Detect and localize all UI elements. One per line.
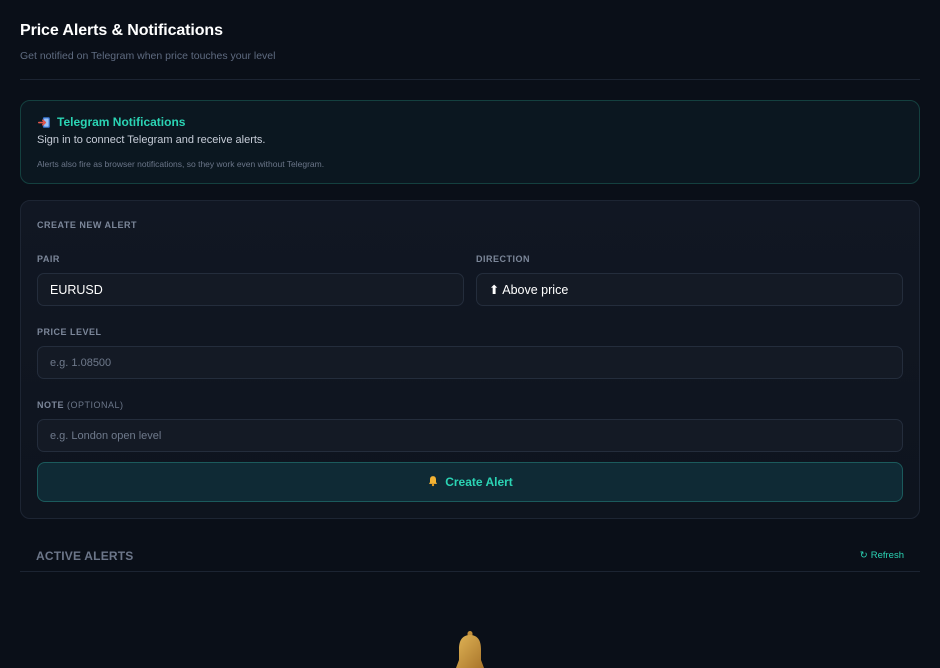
refresh-button[interactable]: ↻ Refresh: [860, 550, 904, 561]
direction-value: ⬆ Above price: [489, 283, 569, 297]
telegram-note: Alerts also fire as browser notification…: [37, 159, 325, 169]
price-level-label: PRICE LEVEL: [37, 327, 102, 337]
note-placeholder: e.g. London open level: [50, 429, 162, 442]
direction-label: DIRECTION: [476, 254, 530, 264]
header-divider: [20, 79, 920, 80]
create-alert-heading: CREATE NEW ALERT: [37, 220, 137, 230]
refresh-label: Refresh: [870, 550, 904, 561]
empty-state-bell-icon: [449, 630, 491, 668]
telegram-title-row: Telegram Notifications: [37, 115, 903, 129]
telegram-title: Telegram Notifications: [57, 115, 186, 129]
create-alert-button[interactable]: Create Alert: [37, 462, 903, 502]
pair-value: EURUSD: [50, 282, 103, 297]
direction-select[interactable]: ⬆ Above price: [476, 273, 903, 306]
pair-select[interactable]: EURUSD: [37, 273, 464, 306]
pair-label: PAIR: [37, 254, 60, 264]
refresh-icon: ↻: [859, 550, 868, 561]
price-level-input[interactable]: e.g. 1.08500: [37, 346, 903, 379]
create-alert-card: CREATE NEW ALERT PAIR EURUSD DIRECTION ⬆…: [20, 200, 920, 519]
price-level-placeholder: e.g. 1.08500: [50, 356, 112, 369]
active-alerts-divider: [20, 571, 920, 572]
create-alert-label: Create Alert: [445, 475, 513, 489]
page-subtitle: Get notified on Telegram when price touc…: [20, 50, 276, 62]
note-input[interactable]: e.g. London open level: [37, 419, 903, 452]
note-label: NOTE (OPTIONAL): [37, 400, 124, 410]
telegram-notifications-card: Telegram Notifications Sign in to connec…: [20, 100, 920, 184]
note-optional-text: (OPTIONAL): [67, 400, 124, 410]
note-label-text: NOTE: [37, 400, 65, 410]
active-alerts-heading: ACTIVE ALERTS: [36, 549, 134, 563]
bell-icon: [427, 475, 439, 490]
telegram-signin-text: Sign in to connect Telegram and receive …: [37, 134, 266, 146]
page-header: Price Alerts & Notifications Get notifie…: [20, 22, 275, 62]
page-title: Price Alerts & Notifications: [20, 22, 223, 39]
login-icon: [37, 115, 51, 129]
